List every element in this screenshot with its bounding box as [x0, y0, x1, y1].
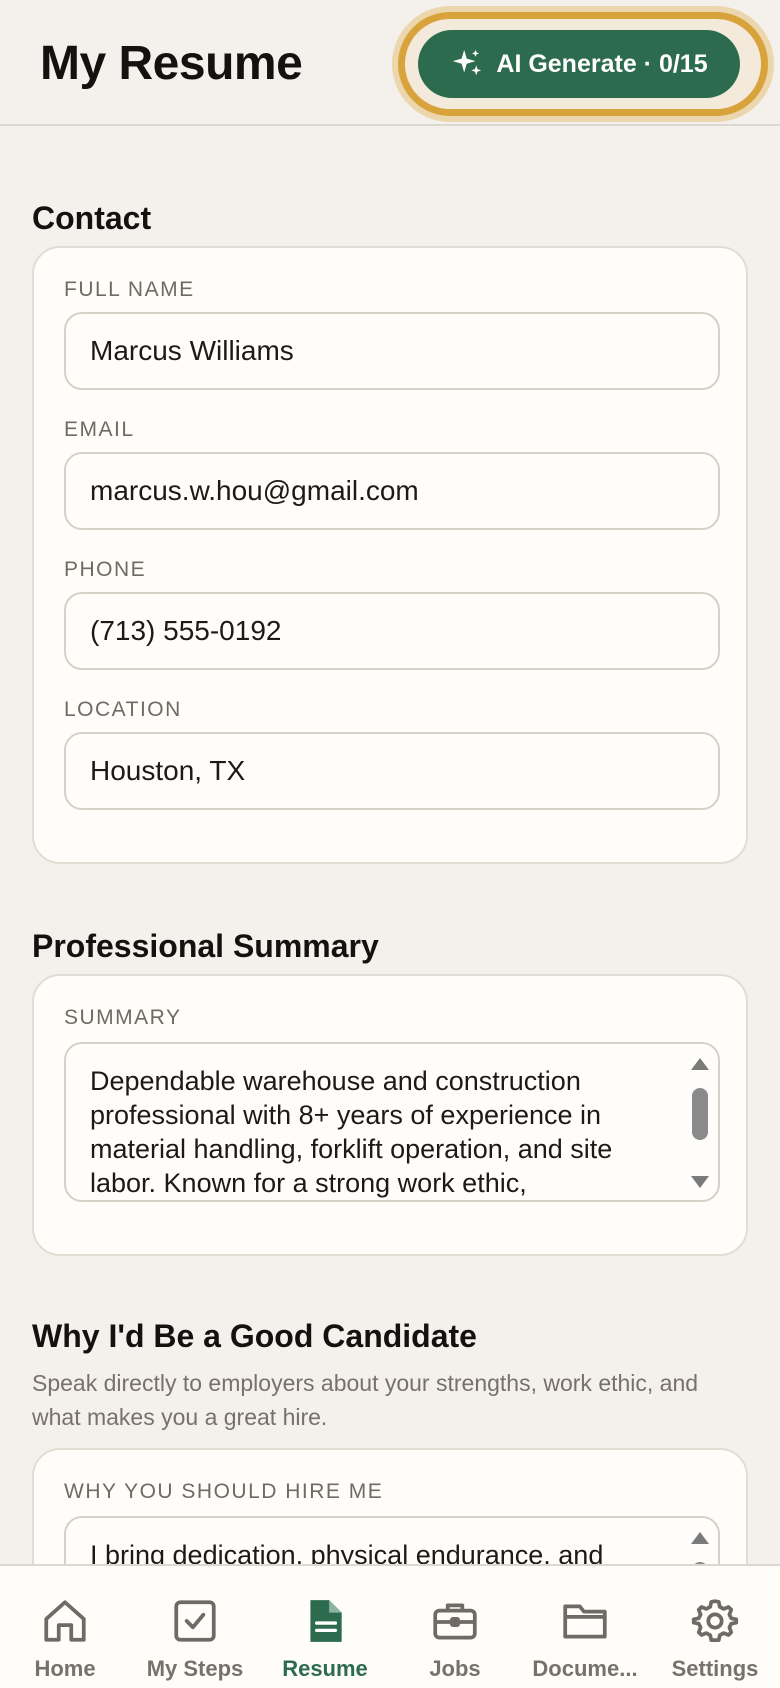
- location-label: LOCATION: [64, 698, 182, 721]
- tab-settings[interactable]: Settings: [650, 1566, 780, 1688]
- candidate-section-description: Speak directly to employers about your s…: [32, 1370, 699, 1430]
- candidate-card: WHY YOU SHOULD HIRE ME I bring dedicatio…: [32, 1448, 748, 1564]
- full-name-input[interactable]: Marcus Williams: [64, 312, 720, 390]
- tab-home-label: Home: [34, 1656, 96, 1681]
- email-input[interactable]: marcus.w.hou@gmail.com: [64, 452, 720, 530]
- summary-label: SUMMARY: [64, 1006, 182, 1029]
- checkbox-icon: [174, 1600, 216, 1642]
- candidate-section-title: Why I'd Be a Good Candidate: [32, 1318, 477, 1354]
- summary-section-title: Professional Summary: [32, 928, 379, 964]
- tab-home[interactable]: Home: [0, 1566, 130, 1688]
- full-name-label: FULL NAME: [64, 278, 195, 301]
- briefcase-icon: [433, 1603, 477, 1640]
- tab-settings-label: Settings: [671, 1656, 759, 1681]
- app-header: My Resume AI Generate · 0/15: [0, 0, 780, 126]
- phone-label: PHONE: [64, 558, 147, 581]
- scroll-up-arrow-icon[interactable]: [691, 1532, 709, 1544]
- home-icon: [44, 1600, 86, 1642]
- scroll-down-arrow-icon[interactable]: [691, 1176, 709, 1188]
- resume-form-scroll[interactable]: Contact FULL NAME Marcus Williams EMAIL …: [0, 128, 780, 1564]
- tab-resume[interactable]: Resume: [260, 1566, 390, 1688]
- location-input[interactable]: Houston, TX: [64, 732, 720, 810]
- tab-documents-label: Docume...: [532, 1656, 638, 1681]
- folder-icon: [563, 1604, 607, 1639]
- hire-me-label: WHY YOU SHOULD HIRE ME: [64, 1480, 384, 1503]
- scroll-up-arrow-icon[interactable]: [691, 1058, 709, 1070]
- summary-card: SUMMARY Dependable warehouse and constru…: [32, 974, 748, 1256]
- sparkles-icon: [453, 49, 482, 76]
- page-title: My Resume: [40, 37, 303, 90]
- gear-icon: [691, 1599, 739, 1643]
- hire-me-textarea[interactable]: I bring dedication, physical endurance, …: [64, 1516, 720, 1564]
- contact-card: FULL NAME Marcus Williams EMAIL marcus.w…: [32, 246, 748, 864]
- summary-textarea[interactable]: Dependable warehouse and construction pr…: [64, 1042, 720, 1202]
- tab-jobs[interactable]: Jobs: [390, 1566, 520, 1688]
- hire-me-text: I bring dedication, physical endurance, …: [90, 1540, 604, 1564]
- tab-documents[interactable]: Docume...: [520, 1566, 650, 1688]
- ai-generate-label: AI Generate · 0/15: [496, 49, 708, 78]
- ai-generate-button[interactable]: AI Generate · 0/15: [418, 30, 740, 98]
- tab-my-steps[interactable]: My Steps: [130, 1566, 260, 1688]
- bottom-tab-bar: Home My Steps Resume Jobs Docume... Sett…: [0, 1564, 780, 1688]
- document-icon: [310, 1600, 342, 1642]
- scroll-thumb[interactable]: [692, 1088, 708, 1140]
- hire-me-scrollbar[interactable]: [688, 1524, 712, 1564]
- tab-resume-label: Resume: [282, 1656, 368, 1681]
- tab-my-steps-label: My Steps: [146, 1656, 244, 1681]
- summary-text: Dependable warehouse and construction pr…: [90, 1066, 613, 1198]
- contact-section-title: Contact: [32, 200, 152, 236]
- email-label: EMAIL: [64, 418, 135, 441]
- tab-jobs-label: Jobs: [429, 1656, 481, 1681]
- summary-scrollbar[interactable]: [688, 1050, 712, 1196]
- phone-input[interactable]: (713) 555-0192: [64, 592, 720, 670]
